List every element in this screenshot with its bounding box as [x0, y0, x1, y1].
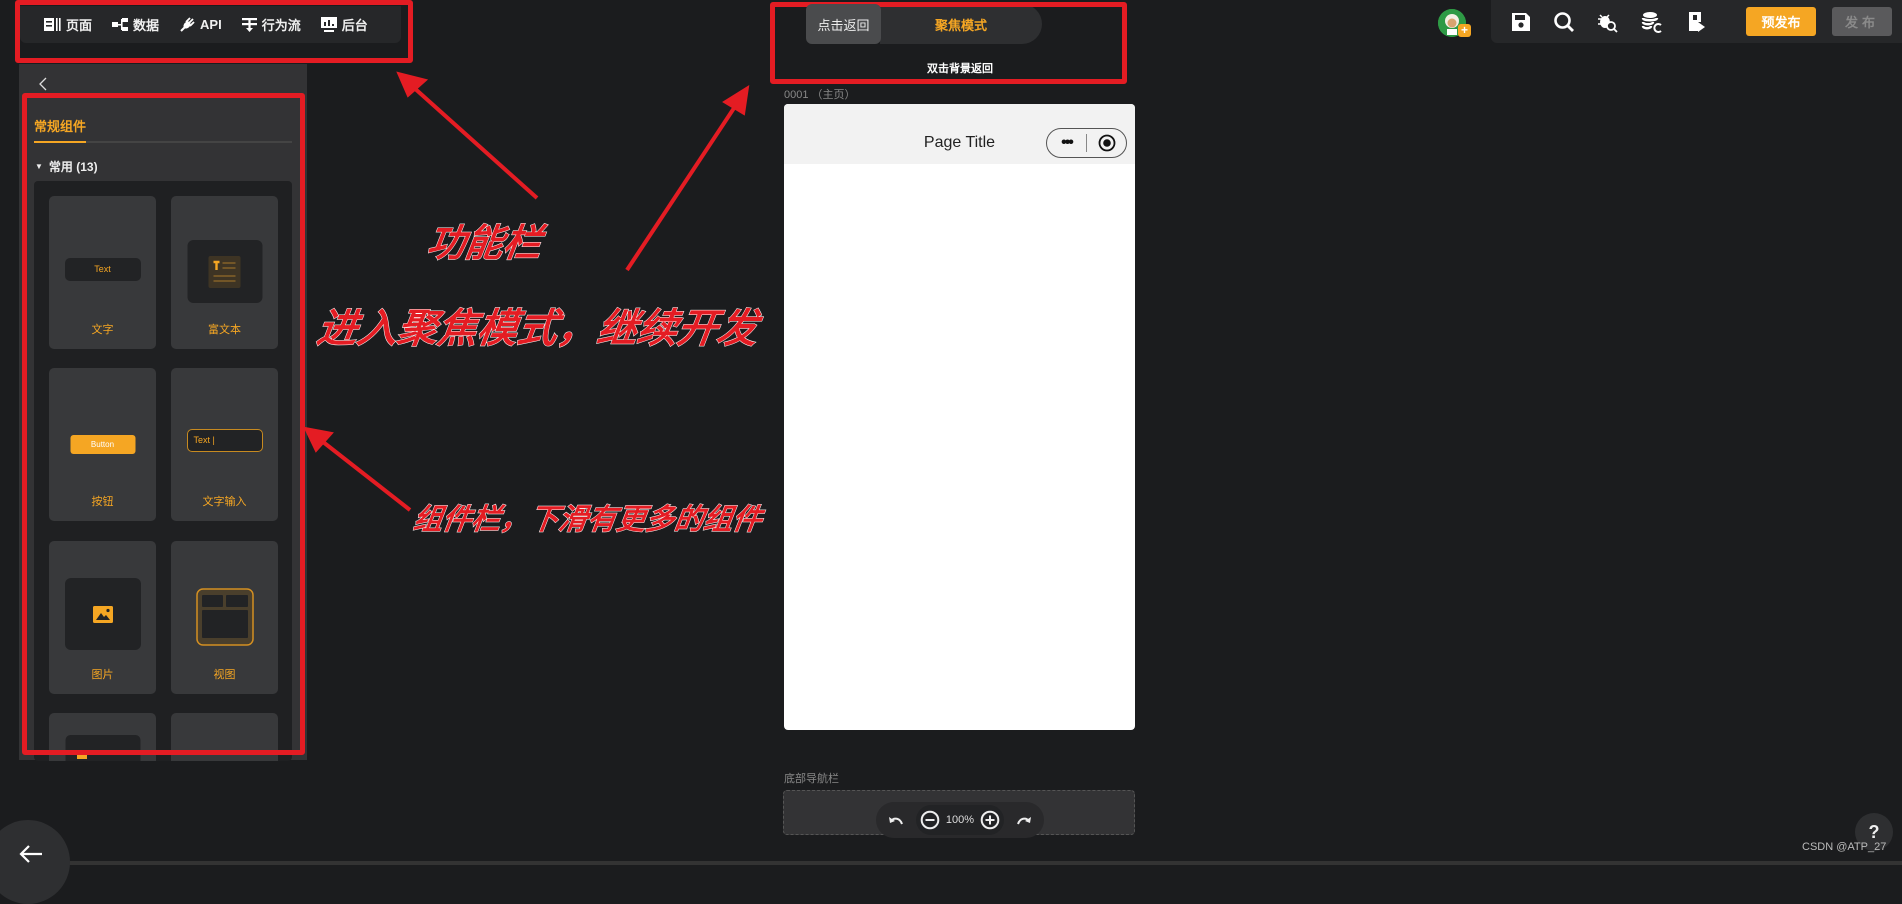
component-more[interactable]: [49, 713, 156, 761]
search-icon[interactable]: [1553, 11, 1575, 33]
component-text-input[interactable]: Text | 文字输入: [171, 368, 278, 521]
component-label: 文字: [91, 324, 114, 336]
component-more[interactable]: [171, 713, 278, 761]
tab-api-label: API: [200, 17, 222, 32]
close-target-icon[interactable]: [1087, 134, 1126, 152]
button-preview: Button: [70, 435, 135, 454]
zoom-in-icon[interactable]: [980, 810, 1000, 830]
function-bar: 页面 数据 API 行为流 后台: [20, 6, 401, 43]
dashboard-icon: [320, 16, 337, 32]
zoom-out-icon[interactable]: [920, 810, 940, 830]
tab-backend[interactable]: 后台: [311, 6, 378, 43]
focus-mode-indicator: 聚焦模式: [880, 4, 1042, 44]
tabbar-label: 底部导航栏: [784, 773, 839, 785]
arrow-left-icon: [19, 845, 42, 863]
group-common-label: 常用 (13): [48, 160, 98, 174]
publish-button[interactable]: 发布: [1832, 7, 1892, 36]
component-text[interactable]: Text 文字: [49, 196, 156, 349]
arrow-component-bar: [303, 426, 412, 512]
component-grid: Text 文字 富文本 Button 按钮 Text | 文字输入 图片 视图: [34, 181, 292, 761]
add-collaborator-icon[interactable]: +: [1458, 24, 1471, 37]
save-icon[interactable]: [1510, 11, 1532, 33]
zoom-group: 100%: [915, 805, 1005, 835]
collapse-panel-icon[interactable]: [36, 76, 50, 92]
annotation-component-bar: 组件栏，下滑有更多的组件: [411, 504, 765, 537]
image-icon: [92, 606, 113, 623]
annotation-focus-mode: 进入聚焦模式，继续开发: [314, 307, 761, 352]
tab-data-label: 数据: [133, 18, 160, 33]
text-input-preview: Text |: [186, 429, 263, 452]
plug-icon: [180, 16, 195, 32]
tab-backend-label: 后台: [341, 18, 368, 33]
rich-text-icon: [208, 256, 240, 288]
caret-down-icon: ▼: [35, 162, 43, 171]
undo-icon[interactable]: [888, 814, 904, 826]
redo-icon[interactable]: [1016, 814, 1032, 826]
zoom-controls: 100%: [876, 802, 1044, 838]
tab-data[interactable]: 数据: [102, 6, 169, 43]
component-view[interactable]: 视图: [171, 541, 278, 694]
phone-canvas[interactable]: Page Title •••: [784, 104, 1135, 730]
database-config-icon[interactable]: [1641, 11, 1663, 33]
double-click-hint: 双击背景返回: [927, 63, 993, 75]
preview-run-icon[interactable]: [1685, 11, 1707, 33]
zoom-level: 100%: [945, 814, 975, 826]
arrow-focus-mode: [625, 85, 750, 272]
annotation-function-bar: 功能栏: [424, 223, 545, 266]
page-icon: [44, 18, 61, 31]
group-common-toggle[interactable]: ▼ 常用 (13): [35, 158, 98, 175]
flow-icon: [241, 18, 257, 32]
component-rich-text[interactable]: 富文本: [171, 196, 278, 349]
tab-api[interactable]: API: [169, 6, 232, 43]
tab-page-label: 页面: [66, 18, 93, 33]
watermark: CSDN @ATP_27: [1802, 841, 1887, 853]
image-preview: [64, 578, 141, 650]
bottom-scrollbar[interactable]: [0, 861, 1902, 865]
component-label: 文字输入: [202, 496, 247, 508]
tab-behavior-flow-label: 行为流: [261, 18, 301, 33]
component-label: 富文本: [208, 324, 241, 336]
back-button[interactable]: [0, 820, 70, 904]
rich-text-preview: [187, 240, 262, 303]
view-icon: [195, 588, 254, 646]
component-button[interactable]: Button 按钮: [49, 368, 156, 521]
mini-program-capsule: •••: [1046, 128, 1127, 158]
component-label: 视图: [213, 669, 236, 681]
tab-normal-components[interactable]: 常规组件: [34, 116, 86, 135]
debug-icon[interactable]: [1597, 11, 1619, 33]
page-label: 0001 （主页）: [784, 89, 856, 101]
tab-behavior-flow[interactable]: 行为流: [232, 6, 311, 43]
phone-navbar: Page Title •••: [784, 104, 1135, 164]
click-to-return-button[interactable]: 点击返回: [806, 4, 881, 44]
more-icon[interactable]: •••: [1047, 134, 1086, 152]
tab-active-indicator: [34, 141, 86, 143]
arrow-function-bar: [396, 71, 539, 200]
data-tree-icon: [112, 18, 129, 31]
more-preview-accent: [77, 753, 87, 759]
text-preview: Text: [64, 258, 141, 281]
component-label: 图片: [91, 669, 114, 681]
component-label: 按钮: [91, 496, 114, 508]
prepublish-button[interactable]: 预发布: [1746, 7, 1816, 36]
component-image[interactable]: 图片: [49, 541, 156, 694]
tab-page[interactable]: 页面: [34, 6, 102, 43]
